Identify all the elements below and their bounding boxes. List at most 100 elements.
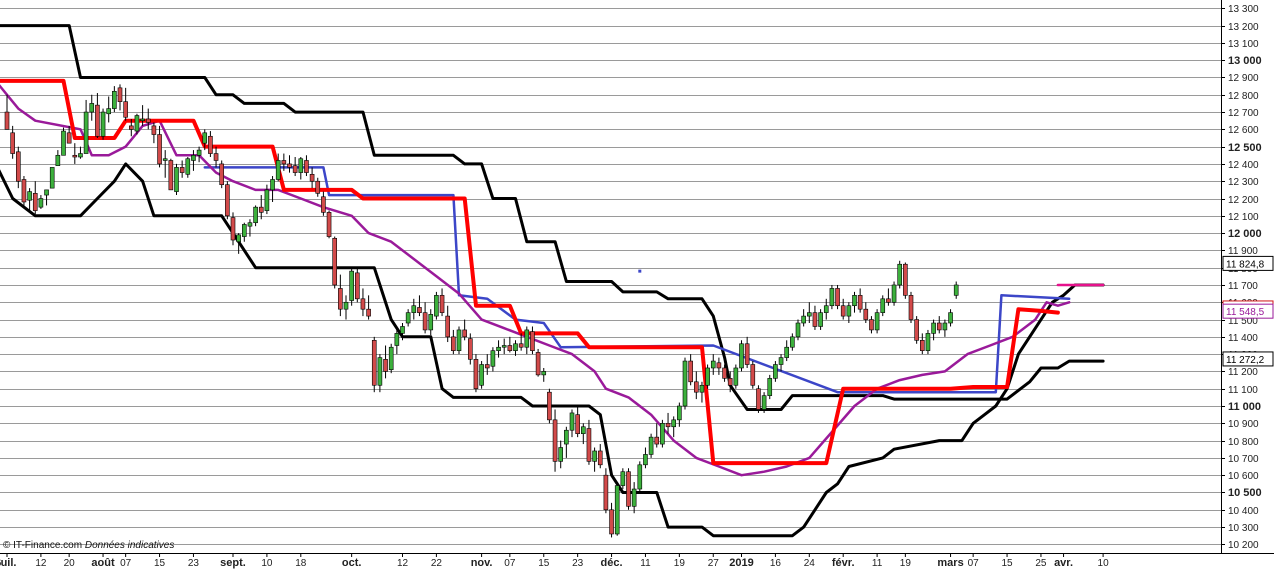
- candle-body: [524, 329, 530, 348]
- candle-body: [338, 288, 343, 310]
- value-label: 11 548,5: [1226, 307, 1265, 318]
- candle-body: [326, 212, 332, 237]
- candle-body: [394, 333, 400, 346]
- candle-body: [750, 364, 756, 386]
- candle-body: [863, 308, 869, 320]
- candle-body: [242, 224, 247, 237]
- y-tick-label: 10 400: [1228, 506, 1259, 517]
- candle-body: [371, 340, 377, 386]
- candle-body: [665, 423, 671, 428]
- candle-body: [756, 388, 761, 410]
- x-tick-label: 12: [397, 558, 409, 569]
- candle-body: [112, 91, 117, 109]
- candle-body: [95, 104, 100, 137]
- candle-body: [806, 312, 812, 317]
- candle-body: [38, 198, 44, 208]
- x-tick-label: déc.: [601, 557, 623, 569]
- candle-body: [168, 160, 174, 191]
- candle-body: [140, 118, 145, 121]
- x-tick-label: 22: [431, 558, 443, 569]
- y-tick-label: 10 700: [1228, 454, 1259, 465]
- candle-body: [21, 179, 27, 203]
- candle-body: [145, 118, 151, 123]
- candle-body: [484, 364, 490, 369]
- y-tick-label: 12 000: [1228, 228, 1262, 240]
- x-tick-label: 07: [968, 558, 980, 569]
- x-tick-label: 15: [154, 558, 166, 569]
- candle-body: [761, 395, 767, 410]
- candle-body: [880, 298, 886, 313]
- candle-body: [795, 322, 801, 338]
- candle-body: [677, 405, 682, 421]
- candle-body: [744, 343, 750, 365]
- candle-body: [592, 450, 597, 462]
- y-tick-label: 13 000: [1228, 55, 1262, 67]
- y-tick-label: 11 200: [1228, 367, 1258, 378]
- x-tick-label: 07: [504, 558, 516, 569]
- candle-body: [874, 312, 880, 331]
- candle-body: [411, 305, 417, 313]
- candle-body: [903, 263, 908, 296]
- y-tick-label: 10 200: [1228, 540, 1259, 551]
- candle-body: [552, 419, 558, 462]
- candle-body: [162, 158, 168, 161]
- candle-body: [919, 340, 925, 351]
- x-tick-label: 10: [261, 558, 273, 569]
- candle-body: [66, 132, 72, 144]
- candle-body: [72, 154, 78, 158]
- candle-body: [258, 206, 264, 213]
- candle-body: [270, 179, 275, 191]
- candle-body: [547, 391, 552, 421]
- y-tick-label: 11 900: [1228, 246, 1258, 257]
- candle-body: [507, 345, 513, 351]
- candle-body: [513, 343, 518, 351]
- candle-body: [202, 132, 208, 144]
- x-tick-label: 19: [900, 558, 912, 569]
- candle-body: [942, 322, 948, 331]
- candle-body: [428, 314, 434, 331]
- candle-body: [281, 160, 287, 165]
- candle-body: [106, 108, 111, 115]
- x-tick-label: 23: [572, 558, 584, 569]
- y-tick-label: 12 600: [1228, 125, 1259, 136]
- candle-body: [648, 436, 654, 455]
- candle-body: [304, 160, 309, 173]
- candle-body: [366, 308, 371, 317]
- candle-body: [603, 474, 609, 511]
- candle-body: [705, 367, 710, 386]
- candle-body: [914, 319, 919, 341]
- candle-body: [812, 312, 818, 327]
- candle-body: [247, 222, 253, 227]
- x-tick-label: 27: [708, 558, 720, 569]
- candle-body: [620, 471, 626, 486]
- candle-body: [275, 160, 281, 180]
- y-tick-label: 11 400: [1228, 333, 1258, 344]
- candle-body: [321, 196, 326, 213]
- y-tick-label: 10 900: [1228, 419, 1259, 430]
- candle-body: [354, 272, 360, 300]
- lower-band-line: [0, 162, 1105, 538]
- candle-body: [931, 322, 936, 334]
- value-label: 11 272,2: [1226, 355, 1265, 366]
- candle-body: [185, 158, 191, 175]
- y-tick-label: 10 500: [1228, 487, 1262, 499]
- x-tick-label: 12: [35, 558, 47, 569]
- candle-body: [643, 454, 648, 466]
- candle-body: [49, 167, 55, 189]
- series-layer: [0, 24, 1105, 538]
- candle-body: [287, 163, 292, 168]
- candle-body: [936, 322, 942, 331]
- x-tick-label: sept.: [220, 557, 246, 569]
- y-tick-label: 12 100: [1228, 212, 1259, 223]
- candle-body: [671, 419, 677, 428]
- candle-body: [219, 163, 224, 185]
- x-tick-label: 19: [674, 558, 686, 569]
- candle-body: [631, 488, 637, 507]
- candle-layer: [4, 84, 959, 538]
- candle-body: [208, 135, 213, 154]
- y-tick-label: 12 900: [1228, 73, 1259, 84]
- candle-body: [298, 158, 304, 173]
- candle-body: [818, 312, 823, 327]
- x-tick-label: juil.: [0, 557, 16, 569]
- candle-body: [151, 125, 157, 135]
